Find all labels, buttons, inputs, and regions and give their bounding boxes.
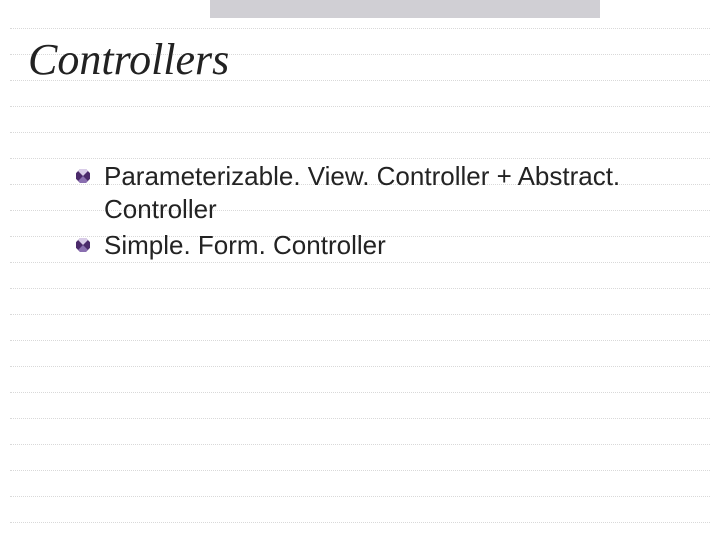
top-accent-bar — [210, 0, 600, 18]
list-item: Simple. Form. Controller — [100, 229, 660, 262]
slide-title: Controllers — [28, 36, 680, 84]
diamond-bullet-icon — [76, 238, 90, 252]
list-item-text: Parameterizable. View. Controller + Abst… — [104, 161, 620, 224]
list-item: Parameterizable. View. Controller + Abst… — [100, 160, 660, 225]
diamond-bullet-icon — [76, 169, 90, 183]
slide: Controllers Parameterizable. View. Contr… — [0, 0, 720, 540]
bullet-list: Parameterizable. View. Controller + Abst… — [100, 160, 660, 266]
list-item-text: Simple. Form. Controller — [104, 230, 386, 260]
